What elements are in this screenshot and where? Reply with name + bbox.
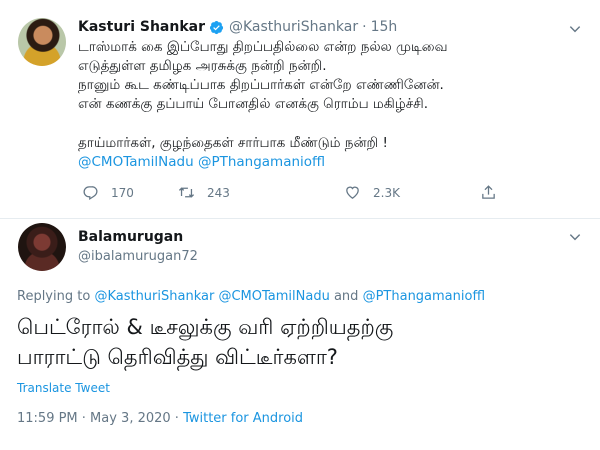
mention-link[interactable]: @PThangamanioffl xyxy=(363,289,485,304)
tweet-text: டாஸ்மாக் கை இப்போது திறப்பதில்லை என்ற நல… xyxy=(78,38,583,172)
retweet-icon xyxy=(178,187,195,198)
tweet-time[interactable]: 15h xyxy=(371,19,398,35)
share-icon xyxy=(482,185,495,199)
reply-line: பாராட்டு தெரிவித்து விட்டீர்களா? xyxy=(17,345,338,369)
tweet-line: என் கணக்கு தப்பாய் போனதில் எனக்கு ரொம்ப … xyxy=(78,96,429,112)
chevron-down-icon[interactable] xyxy=(568,22,582,36)
avatar[interactable] xyxy=(18,18,66,66)
mention-link[interactable]: @PThangamanioffl xyxy=(198,154,325,170)
chevron-down-icon[interactable] xyxy=(568,230,582,244)
translate-tweet-link[interactable]: Translate Tweet xyxy=(17,381,110,395)
avatar[interactable] xyxy=(18,223,66,271)
replying-and: and xyxy=(333,289,359,304)
reply-count: 170 xyxy=(111,185,134,200)
retweet-count: 243 xyxy=(207,185,230,200)
heart-icon xyxy=(346,186,359,199)
timestamp[interactable]: 11:59 PM · May 3, 2020 · xyxy=(17,411,183,426)
tweet-line: தாய்மார்கள், குழந்தைகள் சார்பாக மீண்டும்… xyxy=(78,135,388,151)
tweet-line: எடுத்துள்ள தமிழக அரசுக்கு நன்றி நன்றி. xyxy=(78,58,327,74)
tweet-header: Kasturi Shankar @KasthuriShankar · 15h xyxy=(78,17,397,37)
tweet-line: டாஸ்மாக் கை இப்போது திறப்பதில்லை என்ற நல… xyxy=(78,39,448,55)
tweet-actions: 170 243 2.3K xyxy=(82,184,502,204)
source-link[interactable]: Twitter for Android xyxy=(183,411,303,426)
reply-icon xyxy=(83,186,98,201)
reply-author-name[interactable]: Balamurugan xyxy=(78,229,183,245)
reply-line: பெட்ரோல் & டீசலுக்கு வரி ஏற்றியதற்கு xyxy=(17,315,394,339)
author-handle[interactable]: @KasthuriShankar xyxy=(229,19,358,35)
reply-author-handle[interactable]: @ibalamurugan72 xyxy=(78,249,198,264)
retweet-button[interactable]: 243 xyxy=(178,184,230,201)
like-button[interactable]: 2.3K xyxy=(344,184,400,201)
mention-link[interactable]: @CMOTamilNadu xyxy=(78,154,194,170)
mention-link[interactable]: @KasthuriShankar xyxy=(94,289,214,304)
reply-button[interactable]: 170 xyxy=(82,184,134,201)
separator-dot: · xyxy=(362,19,367,35)
reply-text: பெட்ரோல் & டீசலுக்கு வரி ஏற்றியதற்கு பார… xyxy=(17,312,587,372)
replying-to: Replying to @KasthuriShankar @CMOTamilNa… xyxy=(17,289,485,304)
share-button[interactable] xyxy=(480,184,497,201)
tweet-meta: 11:59 PM · May 3, 2020 · Twitter for And… xyxy=(17,411,303,426)
like-count: 2.3K xyxy=(373,185,400,200)
tweet-mentions: @CMOTamilNadu @PThangamanioffl xyxy=(78,153,583,172)
tweet-thread: Kasturi Shankar @KasthuriShankar · 15h ட… xyxy=(0,0,600,450)
replying-prefix: Replying to xyxy=(17,289,91,304)
verified-badge-icon xyxy=(209,20,224,35)
mention-link[interactable]: @CMOTamilNadu xyxy=(218,289,329,304)
tweet-line: நானும் கூட கண்டிப்பாக திறப்பார்கள் என்றே… xyxy=(78,77,444,93)
author-name[interactable]: Kasturi Shankar xyxy=(78,19,205,35)
original-tweet[interactable]: Kasturi Shankar @KasthuriShankar · 15h ட… xyxy=(0,0,600,219)
